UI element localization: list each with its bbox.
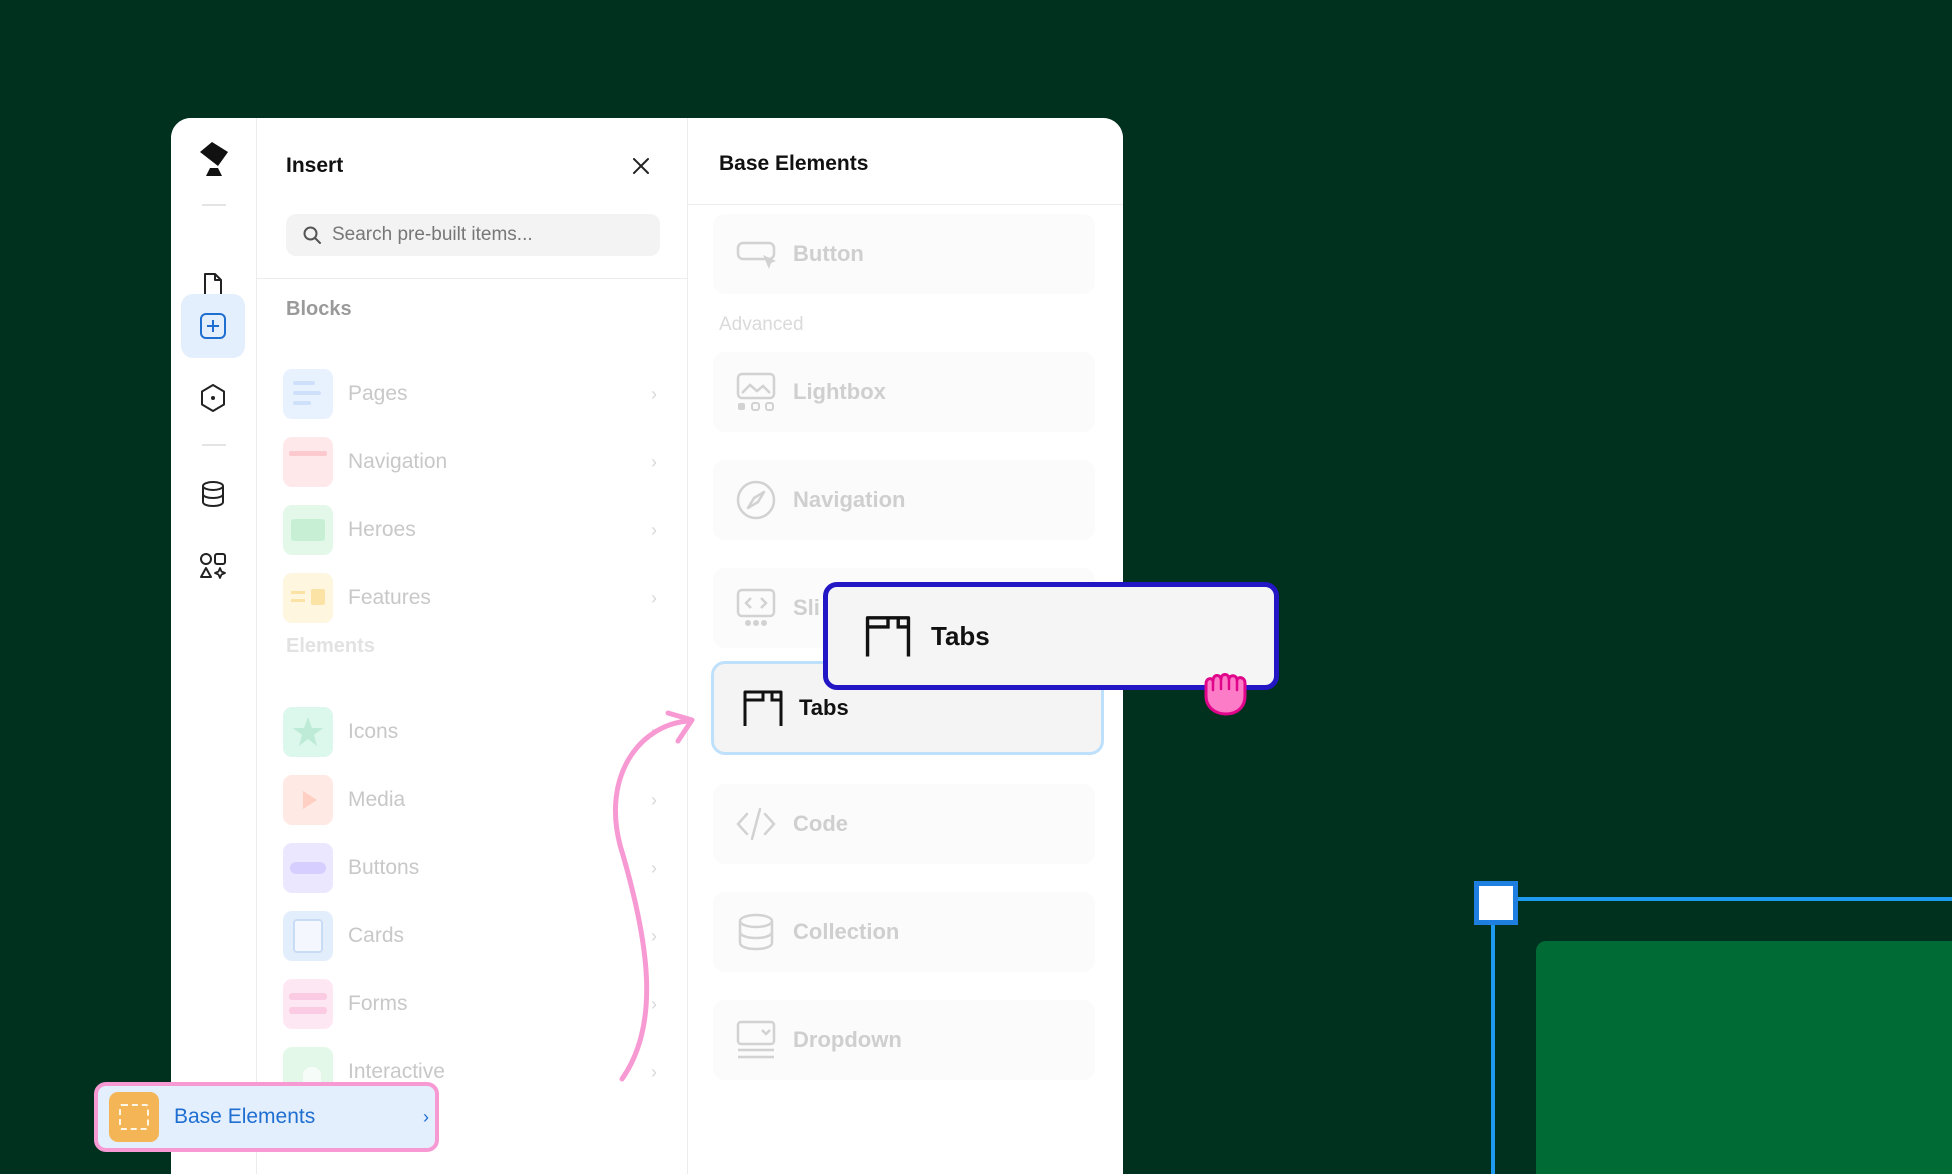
heroes-thumbnail bbox=[283, 505, 333, 555]
code-icon bbox=[736, 807, 776, 841]
element-label: Code bbox=[793, 811, 848, 836]
cms-rail-button[interactable] bbox=[181, 462, 245, 526]
item-label: Pages bbox=[348, 382, 408, 405]
lightbox-element-card[interactable]: Lightbox bbox=[713, 352, 1095, 432]
slider-code-icon bbox=[736, 588, 776, 626]
selection-outline-top bbox=[1493, 897, 1952, 901]
chevron-right-icon: › bbox=[423, 1106, 429, 1127]
plus-square-icon bbox=[200, 313, 226, 339]
apps-rail-button[interactable] bbox=[181, 534, 245, 598]
element-label: Tabs bbox=[799, 695, 849, 720]
item-label: Navigation bbox=[348, 450, 448, 473]
database-icon bbox=[202, 481, 224, 508]
list-item-pages[interactable]: Pages › bbox=[283, 368, 663, 420]
left-rail bbox=[171, 118, 257, 1174]
elements-section-label: Elements bbox=[286, 635, 375, 657]
database-icon bbox=[738, 913, 774, 951]
rail-separator bbox=[202, 444, 226, 446]
annotation-arrow bbox=[613, 710, 695, 1082]
selection-outline-left bbox=[1491, 903, 1495, 1174]
icons-thumbnail bbox=[283, 707, 333, 757]
pages-thumbnail bbox=[283, 369, 333, 419]
tabs-icon bbox=[865, 616, 911, 657]
chevron-right-icon: › bbox=[651, 519, 657, 540]
media-thumbnail bbox=[283, 775, 333, 825]
close-icon bbox=[633, 158, 649, 174]
base-elements-title: Base Elements bbox=[719, 152, 869, 175]
dropdown-icon bbox=[736, 1020, 776, 1059]
button-cursor-icon bbox=[736, 241, 776, 269]
list-item-features[interactable]: Features › bbox=[283, 572, 663, 624]
base-elements-thumbnail bbox=[109, 1092, 159, 1142]
lightbox-icon bbox=[736, 372, 776, 411]
chevron-right-icon: › bbox=[651, 451, 657, 472]
navigation-element-card[interactable]: Navigation bbox=[713, 460, 1095, 540]
app-logo-icon[interactable] bbox=[196, 140, 232, 178]
blocks-section-label: Blocks bbox=[286, 298, 352, 320]
insert-rail-button[interactable] bbox=[181, 294, 245, 358]
close-button[interactable] bbox=[627, 152, 655, 180]
divider bbox=[257, 278, 687, 279]
element-label: Collection bbox=[793, 919, 900, 944]
insert-title: Insert bbox=[286, 154, 344, 177]
advanced-section-label: Advanced bbox=[719, 314, 804, 335]
chevron-right-icon: › bbox=[651, 383, 657, 404]
list-item-navigation[interactable]: Navigation › bbox=[283, 436, 663, 488]
search-box bbox=[286, 214, 660, 256]
list-item-heroes[interactable]: Heroes › bbox=[283, 504, 663, 556]
selection-resize-handle[interactable] bbox=[1474, 881, 1518, 925]
cards-thumbnail bbox=[283, 911, 333, 961]
element-label: Lightbox bbox=[793, 379, 886, 404]
grab-cursor-icon bbox=[1204, 673, 1247, 716]
canvas-green-block[interactable] bbox=[1536, 941, 1952, 1174]
search-icon bbox=[303, 226, 321, 244]
buttons-thumbnail bbox=[283, 843, 333, 893]
tabs-icon bbox=[743, 690, 783, 726]
navigation-thumbnail bbox=[283, 437, 333, 487]
chevron-right-icon: › bbox=[651, 587, 657, 608]
code-element-card[interactable]: Code bbox=[713, 784, 1095, 864]
collection-element-card[interactable]: Collection bbox=[713, 892, 1095, 972]
search-input[interactable] bbox=[332, 224, 642, 246]
item-label: Features bbox=[348, 586, 431, 609]
shapes-icon bbox=[200, 553, 226, 579]
hexagon-icon bbox=[201, 384, 225, 412]
components-rail-button[interactable] bbox=[181, 366, 245, 430]
features-thumbnail bbox=[283, 573, 333, 623]
drag-ghost-label: Tabs bbox=[931, 620, 990, 651]
item-label: Heroes bbox=[348, 518, 416, 541]
rail-separator bbox=[202, 204, 226, 206]
dropdown-element-card[interactable]: Dropdown bbox=[713, 1000, 1095, 1080]
item-label: Base Elements bbox=[174, 1105, 316, 1128]
element-label: Button bbox=[793, 241, 864, 266]
forms-thumbnail bbox=[283, 979, 333, 1029]
element-label: Navigation bbox=[793, 487, 906, 512]
compass-icon bbox=[736, 480, 776, 520]
element-label: Dropdown bbox=[793, 1027, 902, 1052]
divider bbox=[688, 204, 1123, 205]
button-element-card[interactable]: Button bbox=[713, 214, 1095, 294]
list-item-base-elements[interactable]: Base Elements › bbox=[94, 1082, 439, 1152]
element-label: Sli bbox=[793, 595, 820, 620]
